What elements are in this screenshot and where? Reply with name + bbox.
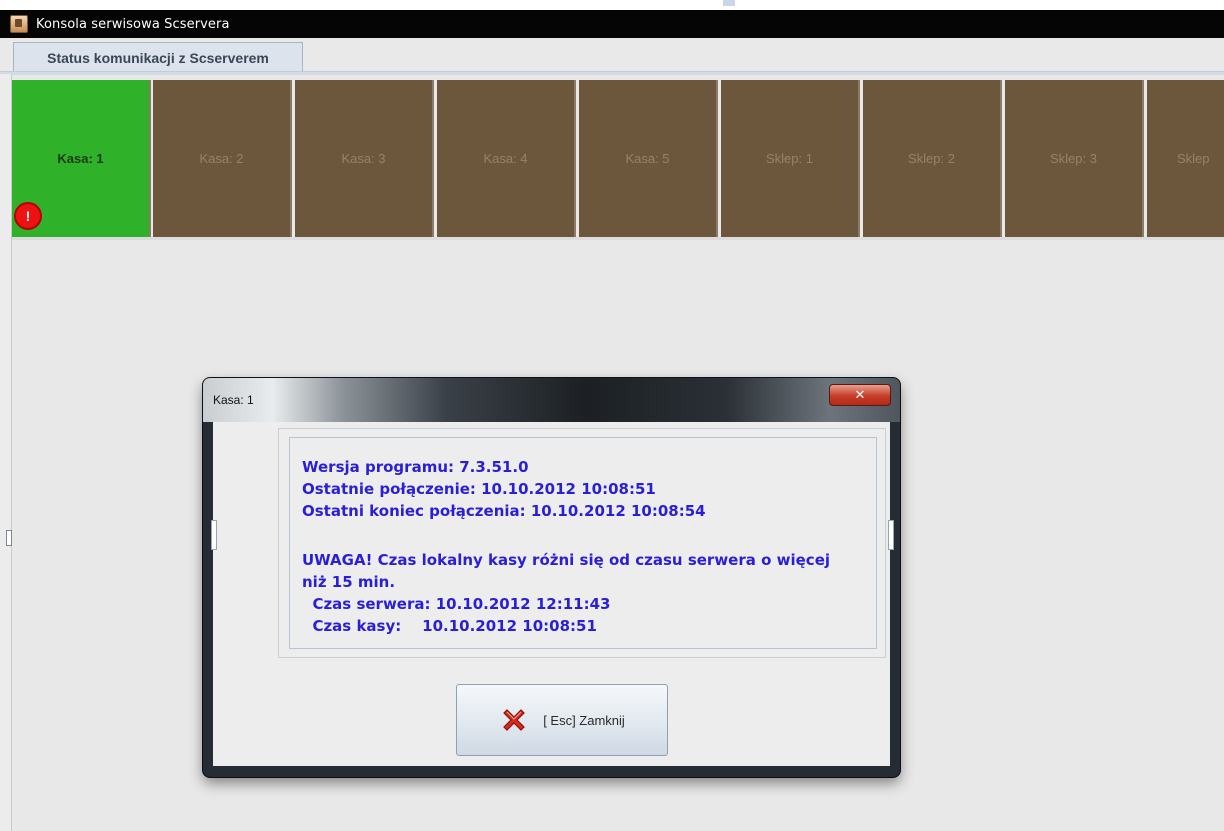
- dialog-body: Wersja programu: 7.3.51.0 Ostatnie połąc…: [211, 422, 894, 766]
- app-icon: [10, 15, 28, 33]
- content-frame: Wersja programu: 7.3.51.0 Ostatnie połąc…: [278, 428, 886, 658]
- tile-label: Kasa: 2: [199, 151, 244, 166]
- tiles-divider: [12, 237, 1224, 240]
- tile-sklep-2[interactable]: Sklep: 2: [863, 80, 1002, 237]
- tile-kasa-4[interactable]: Kasa: 4: [437, 80, 576, 237]
- status-tiles: Kasa: 1 ! Kasa: 2 Kasa: 3 Kasa: 4 Kasa: …: [12, 80, 1224, 237]
- tab-underline: [0, 71, 1224, 75]
- tile-label: Kasa: 3: [341, 151, 386, 166]
- tab-communication-status[interactable]: Status komunikacji z Scserverem: [13, 42, 303, 72]
- top-stripe: [0, 0, 1224, 10]
- info-dialog: Kasa: 1 ✕ Wersja programu: 7.3.51.0 Osta…: [203, 378, 900, 777]
- tile-kasa-5[interactable]: Kasa: 5: [579, 80, 718, 237]
- tile-kasa-3[interactable]: Kasa: 3: [295, 80, 434, 237]
- tile-label: Kasa: 1: [57, 151, 104, 166]
- window-title: Konsola serwisowa Scservera: [36, 16, 230, 32]
- left-edge: [0, 74, 12, 831]
- close-icon[interactable]: ✕: [829, 384, 891, 406]
- tile-label: Kasa: 5: [625, 151, 670, 166]
- tile-kasa-2[interactable]: Kasa: 2: [153, 80, 292, 237]
- dialog-title-bar[interactable]: Kasa: 1 ✕: [203, 378, 900, 422]
- red-x-icon: [503, 709, 526, 731]
- tile-label: Sklep: 2: [908, 151, 955, 166]
- server-time: Czas serwera: 10.10.2012 12:11:43: [302, 595, 611, 613]
- close-button[interactable]: [ Esc] Zamknij: [456, 684, 668, 756]
- message-panel: Wersja programu: 7.3.51.0 Ostatnie połąc…: [289, 437, 877, 649]
- close-button-label: [ Esc] Zamknij: [543, 712, 625, 728]
- program-version: Wersja programu: 7.3.51.0: [302, 458, 529, 476]
- alert-icon[interactable]: !: [14, 202, 42, 230]
- last-connection: Ostatnie połączenie: 10.10.2012 10:08:51: [302, 480, 656, 498]
- tile-label: Sklep: 1: [766, 151, 813, 166]
- tile-kasa-1[interactable]: Kasa: 1 !: [12, 80, 151, 237]
- dialog-title: Kasa: 1: [213, 393, 254, 407]
- tile-sklep-3[interactable]: Sklep: 3: [1005, 80, 1144, 237]
- service-console-window: Konsola serwisowa Scservera Status komun…: [0, 0, 1224, 831]
- tile-label: Sklep: [1177, 151, 1210, 166]
- register-time: Czas kasy: 10.10.2012 10:08:51: [302, 617, 597, 635]
- tile-sklep-4[interactable]: Sklep: [1147, 80, 1224, 237]
- time-warning-continued: niż 15 min.: [302, 573, 396, 591]
- splitter-handle[interactable]: [6, 530, 12, 546]
- tile-label: Kasa: 4: [483, 151, 528, 166]
- tile-sklep-1[interactable]: Sklep: 1: [721, 80, 860, 237]
- window-title-bar[interactable]: Konsola serwisowa Scservera: [0, 10, 1224, 38]
- title-bar-marker: [723, 0, 735, 6]
- tile-label: Sklep: 3: [1050, 151, 1097, 166]
- time-warning: UWAGA! Czas lokalny kasy różni się od cz…: [302, 551, 831, 569]
- resize-handle-right[interactable]: [888, 520, 894, 550]
- resize-handle-left[interactable]: [211, 520, 217, 550]
- last-connection-end: Ostatni koniec połączenia: 10.10.2012 10…: [302, 502, 706, 520]
